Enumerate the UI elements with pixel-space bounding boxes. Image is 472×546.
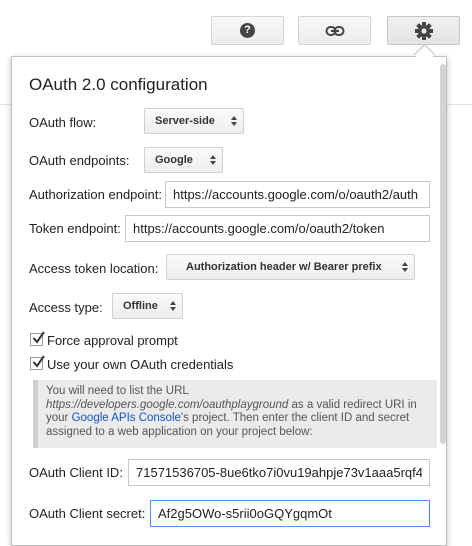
force-approval-label: Force approval prompt bbox=[47, 333, 178, 348]
note-url: https://developers.google.com/oauthplayg… bbox=[46, 398, 289, 411]
client-secret-input[interactable] bbox=[150, 500, 430, 527]
oauth-flow-select[interactable]: Server-side bbox=[144, 108, 244, 134]
client-id-label: OAuth Client ID: bbox=[29, 465, 123, 480]
oauth-endpoints-select[interactable]: Google bbox=[144, 147, 223, 173]
access-token-location-value: Authorization header w/ Bearer prefix bbox=[186, 261, 382, 273]
access-token-location-select[interactable]: Authorization header w/ Bearer prefix bbox=[166, 254, 415, 280]
help-button[interactable]: ? bbox=[211, 16, 284, 45]
own-credentials-label: Use your own OAuth credentials bbox=[47, 357, 234, 372]
client-id-input[interactable] bbox=[128, 459, 430, 486]
oauth-flow-label: OAuth flow: bbox=[29, 115, 97, 130]
checkmark-icon bbox=[32, 355, 45, 368]
force-approval-checkbox[interactable] bbox=[30, 331, 45, 346]
settings-button[interactable] bbox=[387, 16, 460, 45]
token-endpoint-input[interactable] bbox=[125, 215, 430, 242]
checkmark-icon bbox=[32, 331, 45, 344]
token-endpoint-label: Token endpoint: bbox=[29, 221, 121, 236]
authorization-endpoint-label: Authorization endpoint: bbox=[29, 187, 162, 202]
oauth-flow-value: Server-side bbox=[155, 115, 215, 127]
access-type-label: Access type: bbox=[29, 300, 103, 315]
panel-scrollbar[interactable] bbox=[440, 64, 446, 444]
up-down-arrows-icon bbox=[225, 116, 243, 126]
gear-icon bbox=[414, 21, 433, 40]
note-text-1: You will need to list the URL bbox=[46, 385, 189, 397]
oauth-endpoints-label: OAuth endpoints: bbox=[29, 153, 130, 168]
google-apis-console-link[interactable]: Google APIs Console bbox=[72, 412, 181, 424]
link-icon bbox=[325, 25, 344, 36]
access-type-select[interactable]: Offline bbox=[112, 293, 183, 319]
up-down-arrows-icon bbox=[396, 262, 414, 272]
up-down-arrows-icon bbox=[164, 301, 182, 311]
authorization-endpoint-input[interactable] bbox=[165, 181, 430, 208]
redirect-uri-note: You will need to list the URL https://de… bbox=[33, 380, 437, 448]
panel-title: OAuth 2.0 configuration bbox=[29, 75, 208, 94]
access-token-location-label: Access token location: bbox=[29, 261, 159, 276]
link-button[interactable] bbox=[298, 16, 371, 45]
own-credentials-checkbox[interactable] bbox=[30, 355, 45, 370]
client-secret-label: OAuth Client secret: bbox=[29, 506, 146, 521]
up-down-arrows-icon bbox=[204, 155, 222, 165]
access-type-value: Offline bbox=[123, 300, 158, 312]
oauth-endpoints-value: Google bbox=[155, 154, 193, 166]
question-circle-icon: ? bbox=[240, 23, 255, 38]
